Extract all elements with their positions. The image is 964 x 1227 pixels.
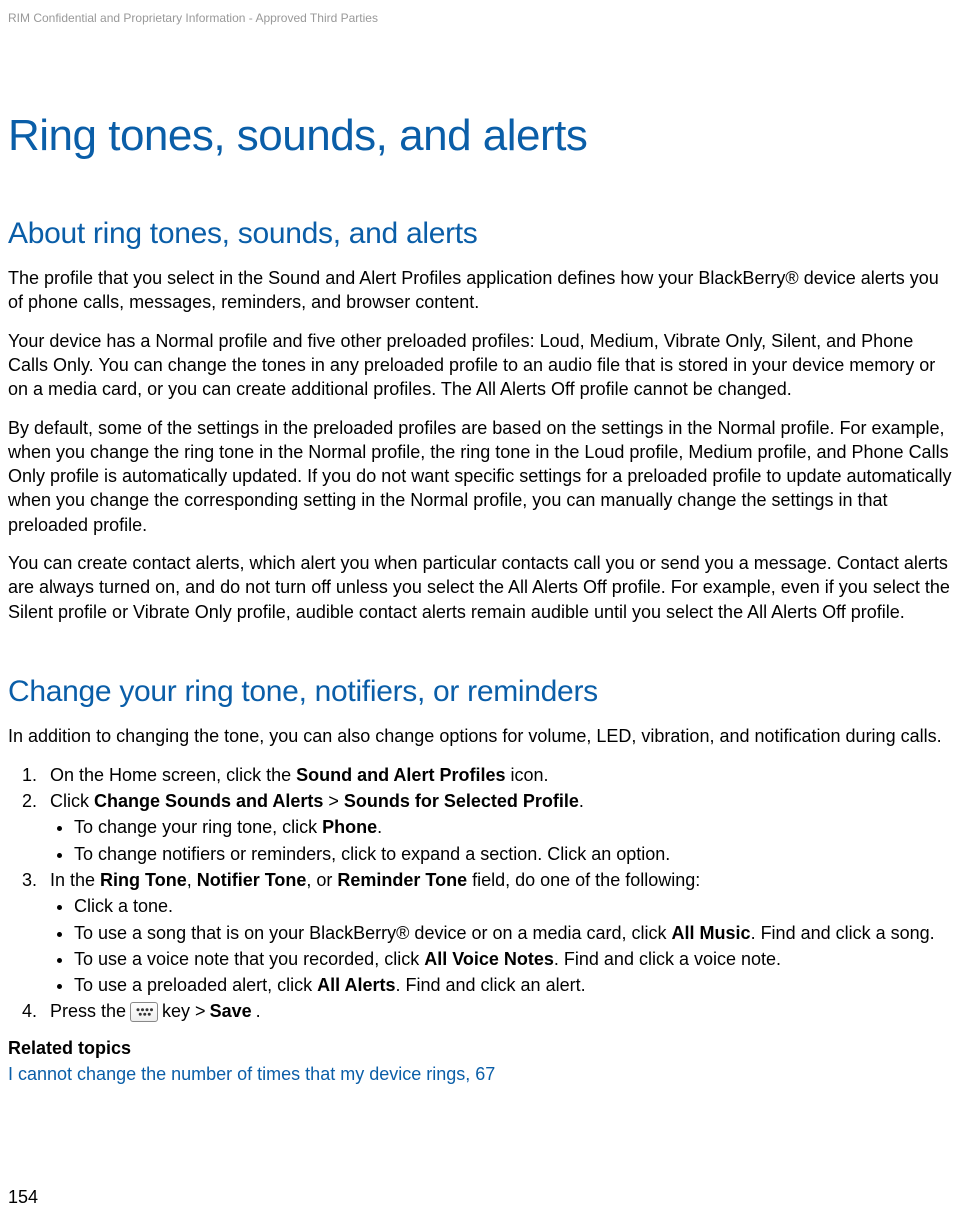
step-3: In the Ring Tone, Notifier Tone, or Remi… <box>42 868 956 997</box>
step-4-pre: Press the <box>50 999 126 1023</box>
step-2-pre: Click <box>50 791 94 811</box>
step-4: Press the key > Save. <box>42 999 956 1023</box>
step-3-sub-2: To use a song that is on your BlackBerry… <box>74 921 956 945</box>
step-3-pre: In the <box>50 870 100 890</box>
step-3-b2: Notifier Tone <box>197 870 307 890</box>
page-number: 154 <box>8 1185 38 1209</box>
step-3-sub-4: To use a preloaded alert, click All Aler… <box>74 973 956 997</box>
step-3-sub-4-bold: All Alerts <box>317 975 395 995</box>
step-3-sub-4-pre: To use a preloaded alert, click <box>74 975 317 995</box>
step-2-sub-1-bold: Phone <box>322 817 377 837</box>
step-1: On the Home screen, click the Sound and … <box>42 763 956 787</box>
step-3-sub-3-pre: To use a voice note that you recorded, c… <box>74 949 424 969</box>
step-3-sub-4-post: . Find and click an alert. <box>396 975 586 995</box>
step-3-b3: Reminder Tone <box>337 870 467 890</box>
step-1-text-post: icon. <box>505 765 548 785</box>
steps-list: On the Home screen, click the Sound and … <box>8 763 956 1024</box>
step-2-sub-1-post: . <box>377 817 382 837</box>
step-2-sub-1-pre: To change your ring tone, click <box>74 817 322 837</box>
step-2-sublist: To change your ring tone, click Phone. T… <box>50 815 956 866</box>
step-2-mid: > <box>323 791 344 811</box>
step-3-sub-2-bold: All Music <box>672 923 751 943</box>
confidential-header: RIM Confidential and Proprietary Informa… <box>8 10 956 26</box>
step-2-sub-2: To change notifiers or reminders, click … <box>74 842 956 866</box>
step-3-post: field, do one of the following: <box>467 870 700 890</box>
step-4-mid: key > <box>162 999 206 1023</box>
step-2-sub-1: To change your ring tone, click Phone. <box>74 815 956 839</box>
step-2: Click Change Sounds and Alerts > Sounds … <box>42 789 956 866</box>
step-3-b1: Ring Tone <box>100 870 187 890</box>
step-3-c2: , or <box>306 870 337 890</box>
step-3-sublist: Click a tone. To use a song that is on y… <box>50 894 956 997</box>
page-title: Ring tones, sounds, and alerts <box>8 106 956 165</box>
related-topics-heading: Related topics <box>8 1036 956 1060</box>
step-4-post: . <box>256 999 261 1023</box>
step-2-post: . <box>579 791 584 811</box>
step-3-sub-3-bold: All Voice Notes <box>424 949 554 969</box>
step-3-sub-3-post: . Find and click a voice note. <box>554 949 781 969</box>
step-4-bold: Save <box>210 999 252 1023</box>
blackberry-menu-key-icon <box>130 1002 158 1022</box>
about-paragraph-2: Your device has a Normal profile and fiv… <box>8 329 956 402</box>
step-3-sub-2-pre: To use a song that is on your BlackBerry… <box>74 923 672 943</box>
section-about-heading: About ring tones, sounds, and alerts <box>8 214 956 255</box>
step-3-sub-2-post: . Find and click a song. <box>751 923 935 943</box>
about-paragraph-1: The profile that you select in the Sound… <box>8 266 956 315</box>
step-2-bold-2: Sounds for Selected Profile <box>344 791 579 811</box>
about-paragraph-3: By default, some of the settings in the … <box>8 416 956 537</box>
related-link[interactable]: I cannot change the number of times that… <box>8 1062 956 1086</box>
step-3-sub-1: Click a tone. <box>74 894 956 918</box>
about-paragraph-4: You can create contact alerts, which ale… <box>8 551 956 624</box>
step-2-bold-1: Change Sounds and Alerts <box>94 791 323 811</box>
step-1-text-pre: On the Home screen, click the <box>50 765 296 785</box>
change-intro: In addition to changing the tone, you ca… <box>8 724 956 748</box>
section-change-heading: Change your ring tone, notifiers, or rem… <box>8 672 956 713</box>
step-3-c1: , <box>187 870 197 890</box>
step-1-bold: Sound and Alert Profiles <box>296 765 505 785</box>
step-3-sub-3: To use a voice note that you recorded, c… <box>74 947 956 971</box>
